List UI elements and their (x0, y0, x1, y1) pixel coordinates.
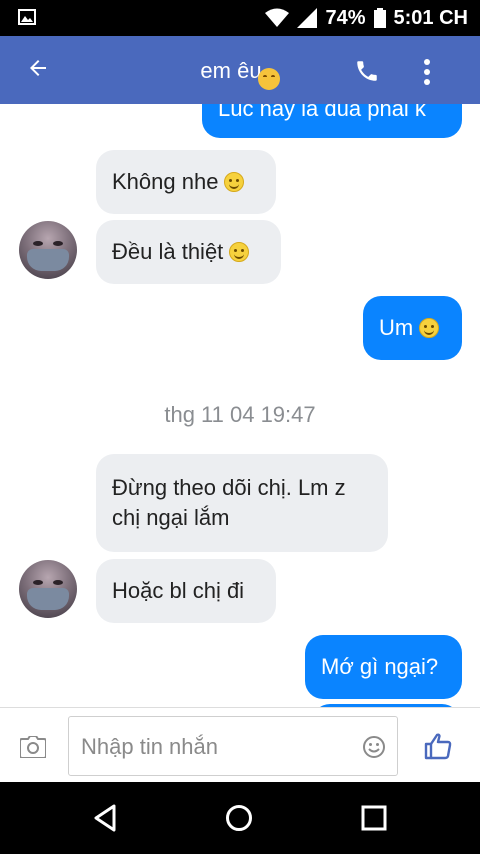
message-text: Hoặc bl chị đi (112, 578, 245, 603)
battery-percent: 74% (325, 6, 366, 29)
message-input[interactable] (79, 717, 353, 777)
conversation-timestamp: thg 11 04 19:47 (164, 402, 316, 427)
contact-avatar[interactable] (19, 221, 77, 279)
thumbs-up-icon[interactable] (424, 732, 452, 760)
message-text: Mớ gì ngại? (321, 654, 439, 679)
smile-emoji-icon (229, 242, 250, 262)
message-bubble-incoming[interactable]: Hoặc bl chị đi (96, 559, 276, 623)
status-bar: 74% 5:01 CH (0, 0, 480, 36)
signal-icon (297, 8, 318, 28)
message-thread[interactable]: Lúc nãy là đùa phải k Không nhe Đều là t… (0, 104, 480, 707)
message-text: Um (379, 315, 414, 340)
smile-emoji-icon (224, 172, 245, 192)
message-bubble-incoming[interactable]: Đừng theo dõi chị. Lm z chị ngại lắm (96, 454, 388, 552)
camera-icon[interactable] (20, 736, 46, 758)
gallery-icon (18, 9, 36, 25)
message-bubble-outgoing[interactable]: Um (363, 296, 462, 360)
message-bubble-outgoing[interactable]: Mớ gì ngại? (305, 635, 462, 699)
message-input-box[interactable] (68, 716, 398, 777)
message-text: Không nhe (112, 169, 219, 194)
clock: 5:01 CH (393, 6, 468, 29)
system-navigation-bar (0, 782, 480, 854)
message-text: Đều là thiệt (112, 239, 224, 264)
contact-name[interactable]: em êu (0, 58, 480, 90)
back-triangle-icon[interactable] (92, 804, 120, 832)
home-circle-icon[interactable] (225, 804, 253, 832)
message-text: Lúc nãy là đùa phải k (218, 104, 426, 121)
emoji-picker-icon[interactable] (363, 736, 385, 758)
message-bubble-outgoing[interactable]: Lúc nãy là đùa phải k (202, 104, 462, 138)
more-vertical-icon[interactable] (420, 58, 434, 86)
conversation-header: em êu (0, 36, 480, 104)
message-composer (0, 707, 480, 783)
contact-avatar[interactable] (19, 560, 77, 618)
phone-icon[interactable] (354, 58, 380, 84)
message-text: Đừng theo dõi chị. Lm z chị ngại lắm (112, 475, 346, 530)
contact-name-text: em êu (200, 58, 262, 83)
message-bubble-incoming[interactable]: Không nhe (96, 150, 276, 214)
smile-emoji-icon (419, 318, 440, 338)
wifi-icon (265, 8, 290, 27)
battery-icon (373, 8, 386, 28)
recents-square-icon[interactable] (360, 804, 388, 832)
message-bubble-incoming[interactable]: Đều là thiệt (96, 220, 281, 284)
kiss-emoji-icon (257, 68, 280, 90)
